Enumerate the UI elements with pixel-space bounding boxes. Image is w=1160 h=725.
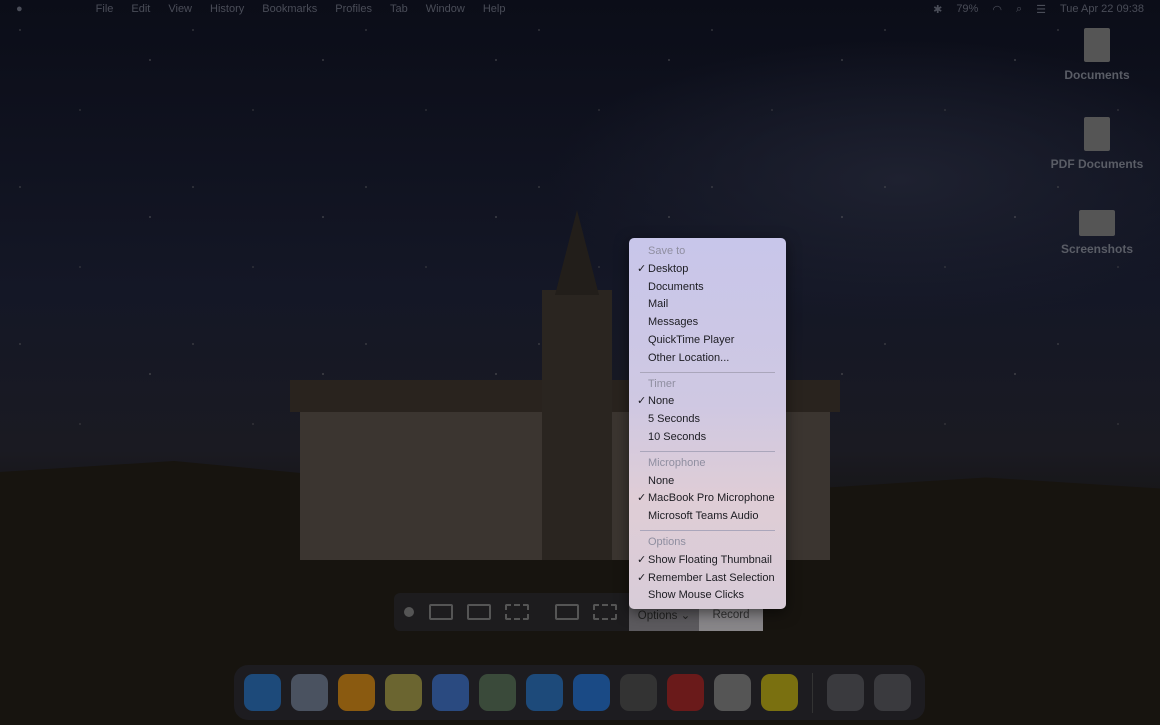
- checkmark-icon: ✓: [637, 261, 646, 279]
- desktop-icon-label: Screenshots: [1061, 242, 1133, 256]
- menu-item-label: Remember Last Selection: [648, 572, 775, 584]
- menu-item[interactable]: ✓Show Floating Thumbnail: [629, 552, 786, 570]
- menu-item-label: None: [648, 395, 674, 407]
- menu-item[interactable]: Other Location...: [629, 350, 786, 368]
- menu-section-header: Microphone: [629, 455, 786, 473]
- document-icon: [1084, 117, 1110, 151]
- menu-item[interactable]: Documents: [629, 279, 786, 297]
- menu-item[interactable]: ✓MacBook Pro Microphone: [629, 490, 786, 508]
- menu-section-header: Save to: [629, 243, 786, 261]
- menu-separator: [640, 372, 775, 373]
- menu-separator: [640, 451, 775, 452]
- checkmark-icon: ✓: [637, 570, 646, 588]
- menu-profiles[interactable]: Profiles: [335, 3, 372, 15]
- stickies-icon[interactable]: [385, 674, 422, 711]
- menu-item[interactable]: ✓Remember Last Selection: [629, 570, 786, 588]
- checkmark-icon: ✓: [637, 490, 646, 508]
- menu-separator: [640, 530, 775, 531]
- menu-section-header: Timer: [629, 376, 786, 394]
- menu-file[interactable]: File: [96, 3, 114, 15]
- menu-edit[interactable]: Edit: [131, 3, 150, 15]
- menu-item-label: Mail: [648, 298, 668, 310]
- menu-item[interactable]: 10 Seconds: [629, 429, 786, 447]
- capture-screen-button[interactable]: [429, 604, 453, 620]
- battery-percent[interactable]: 79%: [956, 3, 978, 15]
- folder-icon: [1079, 210, 1115, 236]
- document-icon: [1084, 28, 1110, 62]
- desktop-icon-label: Documents: [1064, 68, 1129, 82]
- menu-item-label: 5 Seconds: [648, 413, 700, 425]
- menu-item-label: Show Floating Thumbnail: [648, 554, 772, 566]
- freeform-icon[interactable]: [714, 674, 751, 711]
- desktop-icon-label: PDF Documents: [1051, 157, 1144, 171]
- search-icon[interactable]: ⌕: [1016, 3, 1022, 16]
- record-screen-button[interactable]: [555, 604, 579, 620]
- menu-app-name[interactable]: Chrome: [41, 0, 78, 28]
- menu-item-label: Desktop: [648, 263, 688, 275]
- menu-item[interactable]: Microsoft Teams Audio: [629, 508, 786, 526]
- menu-tab[interactable]: Tab: [390, 3, 408, 15]
- calculator-icon[interactable]: [620, 674, 657, 711]
- menu-view[interactable]: View: [168, 3, 192, 15]
- menu-item[interactable]: 5 Seconds: [629, 411, 786, 429]
- menu-item-label: None: [648, 475, 674, 487]
- menu-item[interactable]: Show Mouse Clicks: [629, 587, 786, 605]
- menu-item-label: 10 Seconds: [648, 431, 706, 443]
- dock-divider: [812, 673, 813, 713]
- clock[interactable]: Tue Apr 22 09:38: [1060, 3, 1144, 15]
- menu-item-label: Documents: [648, 281, 704, 293]
- menu-item-label: QuickTime Player: [648, 334, 734, 346]
- menu-item[interactable]: Messages: [629, 314, 786, 332]
- menu-bookmarks[interactable]: Bookmarks: [262, 3, 317, 15]
- checkmark-icon: ✓: [637, 552, 646, 570]
- bluetooth-icon[interactable]: ✱: [933, 3, 942, 16]
- menu-item-label: Messages: [648, 316, 698, 328]
- finder-icon[interactable]: [244, 674, 281, 711]
- options-menu: Save to✓DesktopDocumentsMailMessagesQuic…: [629, 238, 786, 609]
- menu-bar: ● Chrome FileEditViewHistoryBookmarksPro…: [0, 0, 1160, 18]
- menu-item[interactable]: None: [629, 473, 786, 491]
- menu-help[interactable]: Help: [483, 3, 506, 15]
- basecamp-icon[interactable]: [761, 674, 798, 711]
- app-store-icon[interactable]: [573, 674, 610, 711]
- menu-item[interactable]: ✓Desktop: [629, 261, 786, 279]
- capture-window-button[interactable]: [467, 604, 491, 620]
- menu-window[interactable]: Window: [426, 3, 465, 15]
- capture-selection-button[interactable]: [505, 604, 529, 620]
- menu-item-label: MacBook Pro Microphone: [648, 492, 775, 504]
- menu-section-header: Options: [629, 534, 786, 552]
- record-selection-button[interactable]: [593, 604, 617, 620]
- menu-item-label: Show Mouse Clicks: [648, 589, 744, 601]
- desktop-icon-screenshots[interactable]: Screenshots: [1047, 210, 1147, 256]
- recent-image-icon[interactable]: [827, 674, 864, 711]
- checkmark-icon: ✓: [637, 393, 646, 411]
- close-icon[interactable]: [404, 607, 414, 617]
- word-icon[interactable]: [432, 674, 469, 711]
- desktop-icon-pdf-documents[interactable]: PDF Documents: [1047, 117, 1147, 171]
- control-center-icon[interactable]: ☰: [1036, 3, 1046, 16]
- wifi-icon[interactable]: ◠: [992, 3, 1002, 16]
- pages-icon[interactable]: [338, 674, 375, 711]
- wallpaper-tower: [542, 290, 612, 560]
- menu-item[interactable]: QuickTime Player: [629, 332, 786, 350]
- preview-icon[interactable]: [291, 674, 328, 711]
- dock: [234, 665, 925, 720]
- keynote-icon[interactable]: [526, 674, 563, 711]
- menu-item-label: Microsoft Teams Audio: [648, 510, 758, 522]
- desktop-icon-documents[interactable]: Documents: [1047, 28, 1147, 82]
- trash-icon[interactable]: [874, 674, 911, 711]
- apple-menu-icon[interactable]: ●: [16, 3, 23, 15]
- zotero-icon[interactable]: [667, 674, 704, 711]
- menu-item-label: Other Location...: [648, 352, 729, 364]
- menu-item[interactable]: ✓None: [629, 393, 786, 411]
- menu-history[interactable]: History: [210, 3, 244, 15]
- chrome-icon[interactable]: [479, 674, 516, 711]
- menu-item[interactable]: Mail: [629, 296, 786, 314]
